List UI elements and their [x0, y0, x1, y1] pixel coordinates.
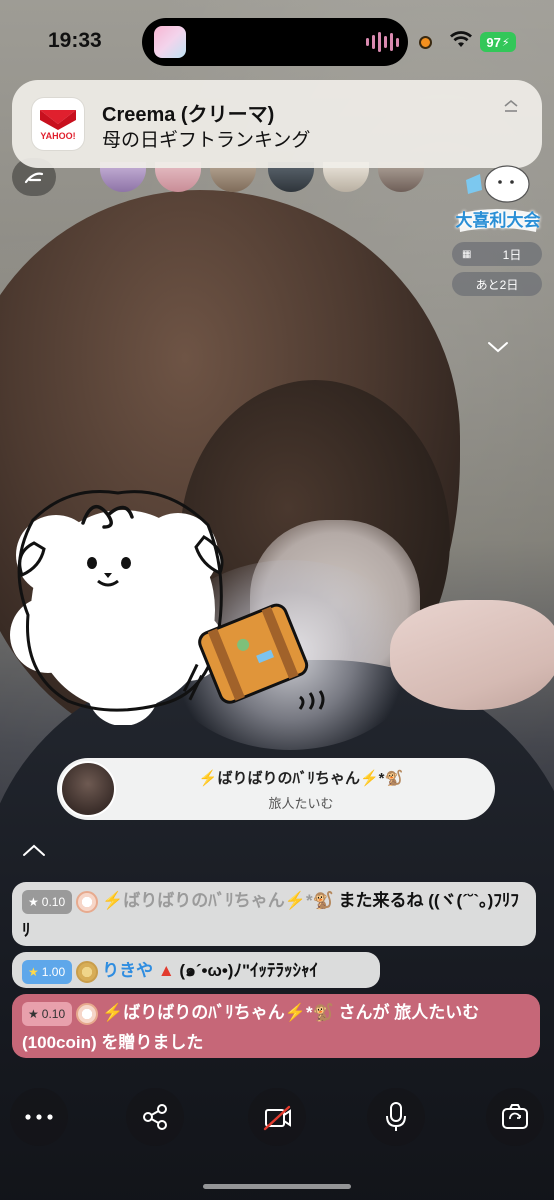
chat-username[interactable]: ⚡️ばりばりのﾊﾞﾘちゃん⚡️*🐒 [102, 1003, 334, 1022]
dog-body [10, 490, 224, 725]
chat-message[interactable]: ★ 0.10 ⚡️ばりばりのﾊﾞﾘちゃん⚡️*🐒 また来るね ((ヾ(´˘`｡)ﾌﾘ… [12, 882, 536, 946]
wifi-icon [450, 31, 472, 47]
tip-badge-value: 0.10 [41, 894, 66, 909]
battery-indicator: 97 ⚡ [480, 32, 516, 52]
chevron-up-icon[interactable] [22, 842, 46, 858]
more-icon [25, 1114, 53, 1120]
camera-off-icon [263, 1105, 291, 1131]
mic-icon [386, 1102, 406, 1131]
share-icon [143, 1104, 167, 1130]
tip-badge: ★ 0.10 [22, 889, 73, 914]
camera-toggle-button[interactable] [248, 1088, 306, 1146]
rank-up-icon: ▲ [157, 961, 175, 980]
notification-title: Creema (クリーマ) [102, 104, 275, 126]
user-level-icon [76, 890, 99, 913]
gift-chat-message[interactable]: ★ 0.10 ⚡️ばりばりのﾊﾞﾘちゃん⚡️*🐒 さんが 旅人たいむ (100coi… [12, 994, 540, 1058]
sender-avatar[interactable] [60, 761, 116, 817]
push-notification[interactable]: YAHOO! Creema (クリーマ) 母の日ギフトランキング [12, 80, 542, 168]
gift-item-name: 旅人たいむ [268, 796, 334, 811]
tip-badge-value: 1.00 [41, 964, 66, 979]
flip-camera-icon [502, 1104, 528, 1129]
status-bar: 19:33 97 ⚡ [0, 18, 554, 66]
status-time: 19:33 [48, 29, 102, 52]
media-thumbnail-icon [154, 26, 186, 58]
home-indicator[interactable] [203, 1184, 351, 1189]
chat-username[interactable]: りきや [102, 961, 153, 980]
gift-animation-dog-sticker [10, 490, 325, 725]
chevron-down-icon[interactable] [487, 340, 509, 354]
gift-received-banner[interactable]: ⚡️ばりばりのﾊﾞﾘちゃん⚡️*🐒 旅人たいむ [57, 758, 495, 820]
svg-text:YAHOO!: YAHOO! [40, 131, 75, 141]
charging-icon: ⚡ [501, 36, 510, 49]
star-icon: ★ [28, 964, 39, 979]
user-level-icon [76, 960, 99, 983]
event-title: 大喜利大会 [455, 211, 541, 230]
yahoo-mail-icon: YAHOO! [32, 98, 84, 150]
more-button[interactable] [10, 1088, 68, 1146]
bottom-toolbar [0, 1088, 554, 1148]
gift-sender-name: ⚡️ばりばりのﾊﾞﾘちゃん⚡️*🐒 [198, 770, 404, 787]
event-day-pill: ▦ 1日 [452, 242, 542, 266]
event-banner[interactable]: 大喜利大会 [452, 160, 542, 236]
flip-camera-button[interactable] [486, 1088, 544, 1146]
event-day: 1日 [502, 247, 522, 262]
star-icon: ★ [28, 1006, 39, 1021]
chat-message[interactable]: ★ 1.00 りきや ▲ (๑´•ω•)ﾉ"ｲｯﾃﾗｯｼｬｲ [12, 952, 380, 988]
tip-badge: ★ 0.10 [22, 1001, 73, 1026]
streamer-hand [390, 600, 554, 710]
tip-badge-value: 0.10 [41, 1006, 66, 1021]
mic-button[interactable] [367, 1088, 425, 1146]
event-remaining: あと2日 [475, 277, 519, 292]
user-level-icon [76, 1002, 99, 1025]
share-button[interactable] [126, 1088, 184, 1146]
audio-wave-icon [366, 32, 399, 52]
mic-in-use-indicator-icon [419, 36, 432, 49]
battery-level: 97 [486, 34, 501, 50]
tip-badge: ★ 1.00 [22, 959, 73, 984]
calendar-icon: ▦ [462, 248, 472, 260]
event-remaining-pill: あと2日 [452, 272, 542, 296]
chat-username[interactable]: ⚡️ばりばりのﾊﾞﾘちゃん⚡️*🐒 [102, 891, 334, 910]
chat-text: (๑´•ω•)ﾉ"ｲｯﾃﾗｯｼｬｲ [179, 961, 319, 980]
star-icon: ★ [28, 894, 39, 909]
notification-body: 母の日ギフトランキング [102, 130, 311, 151]
dynamic-island[interactable] [142, 18, 408, 66]
chevron-expand-icon[interactable] [502, 98, 520, 116]
